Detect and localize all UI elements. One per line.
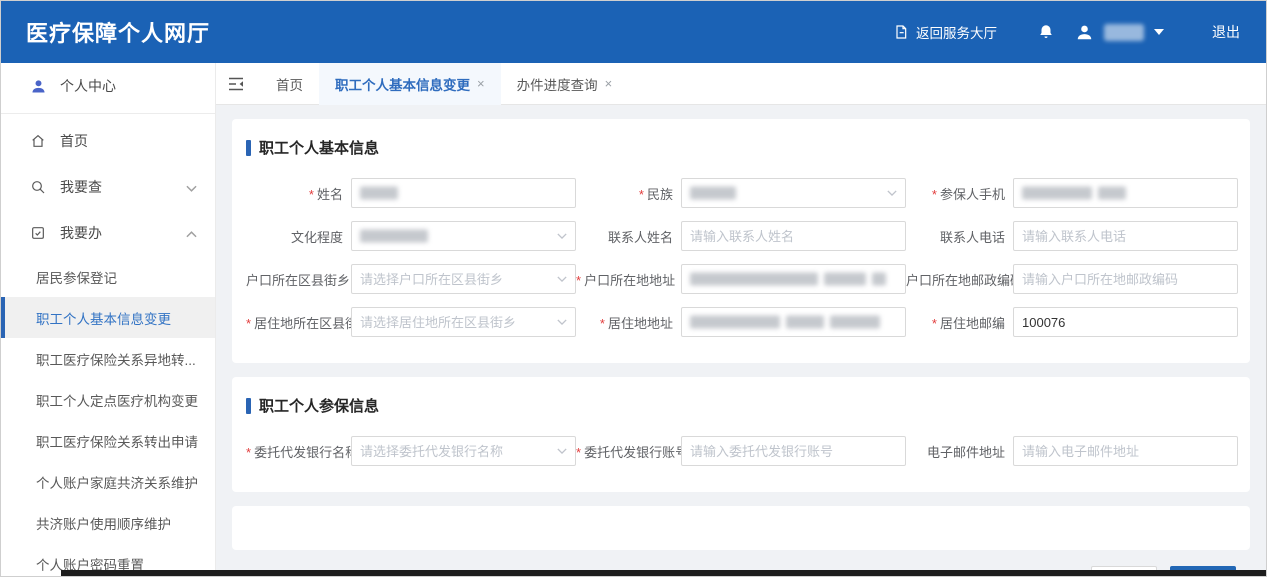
field-contact-name: 联系人姓名: [576, 221, 906, 251]
sidebar-subitem-resident-register[interactable]: 居民参保登记: [1, 256, 215, 297]
main-area: 首页 职工个人基本信息变更 × 办件进度查询 × 职工个人基本信息: [216, 63, 1266, 576]
field-residence-address: 居住地地址: [576, 307, 906, 337]
sidebar-item-handle[interactable]: 我要办: [1, 210, 215, 256]
notification-bell-icon[interactable]: [1037, 23, 1055, 41]
form-row: 委托代发银行名称 委托代发银行账号 电子邮件地址: [246, 436, 1236, 466]
field-contact-phone: 联系人电话: [906, 221, 1238, 251]
tab-progress-query[interactable]: 办件进度查询 ×: [501, 63, 629, 105]
contact-name-input[interactable]: [681, 221, 906, 251]
field-bank-name: 委托代发银行名称: [246, 436, 576, 466]
window-bottom-edge: [61, 570, 1266, 576]
empty-card: [232, 506, 1250, 550]
close-icon[interactable]: ×: [477, 76, 485, 91]
sidebar-subitem-relation-transfer[interactable]: 职工医疗保险关系异地转...: [1, 338, 215, 379]
education-select[interactable]: [351, 221, 576, 251]
logout-button[interactable]: 退出: [1212, 22, 1240, 42]
sidebar-item-personal-center[interactable]: 个人中心: [1, 63, 215, 109]
sidebar-subitem-hospital-change[interactable]: 职工个人定点医疗机构变更: [1, 379, 215, 420]
form-row: 姓名 民族 参保人手机: [246, 178, 1236, 208]
search-icon: [29, 179, 47, 195]
hukou-postcode-input[interactable]: [1013, 264, 1238, 294]
ethnicity-select[interactable]: [681, 178, 906, 208]
return-hall-label: 返回服务大厅: [916, 22, 997, 42]
insurance-info-card: 职工个人参保信息 委托代发银行名称 委托代发银行账号: [232, 377, 1250, 492]
home-icon: [29, 133, 47, 149]
sidebar-subitem-basic-info-change[interactable]: 职工个人基本信息变更: [1, 297, 215, 338]
name-input[interactable]: [351, 178, 576, 208]
document-return-icon: [893, 24, 909, 40]
sidebar: 个人中心 首页 我要查: [1, 63, 216, 576]
close-icon[interactable]: ×: [605, 76, 613, 91]
user-avatar-icon[interactable]: [1075, 23, 1094, 42]
hukou-district-select[interactable]: [351, 264, 576, 294]
residence-district-select[interactable]: [351, 307, 576, 337]
field-bank-account: 委托代发银行账号: [576, 436, 906, 466]
field-email: 电子邮件地址: [906, 436, 1238, 466]
section-bar-icon: [246, 398, 251, 414]
tab-label: 办件进度查询: [517, 74, 598, 94]
section-bar-icon: [246, 140, 251, 156]
sidebar-item-query[interactable]: 我要查: [1, 164, 215, 210]
sidebar-divider: [1, 113, 215, 114]
content-area: 职工个人基本信息 姓名 民族: [216, 105, 1266, 576]
sidebar-item-label: 个人中心: [60, 76, 197, 96]
bank-account-input[interactable]: [681, 436, 906, 466]
sidebar-item-label: 我要办: [60, 223, 186, 243]
section-title-insurance: 职工个人参保信息: [246, 377, 1236, 436]
section-title-basic: 职工个人基本信息: [246, 119, 1236, 178]
app-title: 医疗保障个人网厅: [26, 16, 210, 48]
app-window: 医疗保障个人网厅 返回服务大厅 退出 个人中心: [0, 0, 1267, 577]
menu-fold-icon[interactable]: [228, 77, 244, 91]
tab-bar: 首页 职工个人基本信息变更 × 办件进度查询 ×: [216, 63, 1266, 105]
form-row: 居住地所在区县街乡 居住地地址 居住地邮编: [246, 307, 1236, 337]
insured-phone-input[interactable]: [1013, 178, 1238, 208]
field-name: 姓名: [246, 178, 576, 208]
form-row: 户口所在区县街乡 户口所在地地址 户口所在地邮政编码: [246, 264, 1236, 294]
tab-label: 首页: [276, 74, 303, 94]
bank-name-select[interactable]: [351, 436, 576, 466]
chevron-down-icon: [186, 179, 197, 195]
form-row: 文化程度 联系人姓名 联系人电话: [246, 221, 1236, 251]
field-education: 文化程度: [246, 221, 576, 251]
tab-home[interactable]: 首页: [260, 63, 319, 105]
sidebar-item-home[interactable]: 首页: [1, 118, 215, 164]
top-header: 医疗保障个人网厅 返回服务大厅 退出: [1, 1, 1266, 63]
sidebar-item-label: 首页: [60, 131, 197, 151]
tab-basic-info-change[interactable]: 职工个人基本信息变更 ×: [319, 63, 501, 105]
field-ethnicity: 民族: [576, 178, 906, 208]
residence-address-input[interactable]: [681, 307, 906, 337]
sidebar-subitem-transfer-out[interactable]: 职工医疗保险关系转出申请: [1, 420, 215, 461]
hukou-address-input[interactable]: [681, 264, 906, 294]
field-phone: 参保人手机: [906, 178, 1238, 208]
email-input[interactable]: [1013, 436, 1238, 466]
residence-postcode-input[interactable]: [1013, 307, 1238, 337]
sidebar-subitem-mutual-order[interactable]: 共济账户使用顺序维护: [1, 502, 215, 543]
contact-phone-input[interactable]: [1013, 221, 1238, 251]
sidebar-item-label: 我要查: [60, 177, 186, 197]
basic-info-card: 职工个人基本信息 姓名 民族: [232, 119, 1250, 363]
caret-down-icon[interactable]: [1154, 29, 1164, 35]
field-hukou-postcode: 户口所在地邮政编码: [906, 264, 1238, 294]
field-hukou-district: 户口所在区县街乡: [246, 264, 576, 294]
chevron-up-icon: [186, 225, 197, 241]
field-hukou-address: 户口所在地地址: [576, 264, 906, 294]
return-hall-link[interactable]: 返回服务大厅: [893, 22, 997, 42]
field-residence-district: 居住地所在区县街乡: [246, 307, 576, 337]
field-residence-postcode: 居住地邮编: [906, 307, 1238, 337]
tasks-icon: [29, 225, 47, 241]
tab-label: 职工个人基本信息变更: [335, 74, 470, 94]
user-icon: [29, 78, 47, 95]
sidebar-subitem-family-mutual[interactable]: 个人账户家庭共济关系维护: [1, 461, 215, 502]
user-name-redacted: [1104, 24, 1144, 41]
